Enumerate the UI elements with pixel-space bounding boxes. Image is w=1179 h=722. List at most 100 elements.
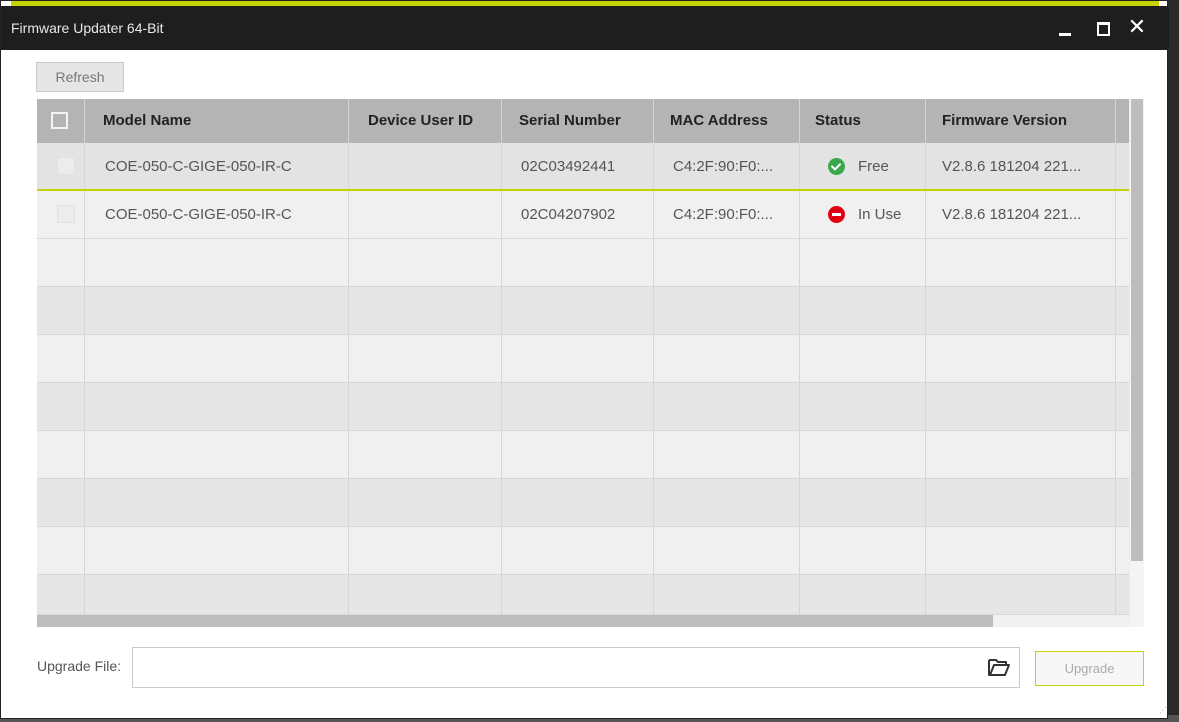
empty-cell [349,287,502,334]
row-check-cell [37,191,85,238]
cell-status: In Use [800,191,926,238]
empty-cell [654,431,800,478]
upgrade-file-label: Upgrade File: [37,658,122,674]
empty-cell [37,383,85,430]
empty-cell [654,335,800,382]
table-header: Model Name Device User ID Serial Number … [37,99,1129,143]
empty-cell [85,479,349,526]
empty-cell [349,431,502,478]
empty-cell [926,575,1116,614]
empty-cell [800,431,926,478]
empty-cell [349,527,502,574]
table-row[interactable]: COE-050-C-GIGE-050-IR-C 02C03492441 C4:2… [37,143,1129,191]
cell-mac: C4:2F:90:F0:... [654,143,800,189]
cell-mac: C4:2F:90:F0:... [654,191,800,238]
empty-row [37,287,1129,335]
empty-cell [85,383,349,430]
col-status-label: Status [815,112,861,129]
empty-row [37,383,1129,431]
row-checkbox[interactable] [57,157,75,175]
status-text: Free [858,158,889,175]
resize-grip-icon[interactable]: ⋰ [1159,706,1167,715]
empty-cell [654,575,800,614]
empty-cell [502,287,654,334]
col-status[interactable]: Status [800,99,926,143]
upgrade-file-input[interactable] [132,647,1020,688]
empty-row [37,479,1129,527]
empty-cell [926,479,1116,526]
empty-cell [502,527,654,574]
cell-serial: 02C04207902 [502,191,654,238]
title-bar[interactable]: Firmware Updater 64-Bit ✕ [1,6,1169,50]
cell-model: COE-050-C-GIGE-050-IR-C [85,143,349,189]
maximize-button[interactable] [1091,16,1115,40]
col-firmware-version[interactable]: Firmware Version [926,99,1116,143]
empty-cell [654,527,800,574]
firmware-updater-window: Firmware Updater 64-Bit ✕ Refresh Model … [0,0,1169,719]
empty-cell [800,383,926,430]
upgrade-button[interactable]: Upgrade [1035,651,1144,686]
col-model-name-label: Model Name [103,112,192,129]
cell-user-id [349,143,502,189]
select-all-checkbox[interactable] [51,112,68,129]
vertical-scrollbar-thumb[interactable] [1131,99,1143,561]
empty-cell [37,335,85,382]
empty-cell [85,575,349,614]
empty-row [37,575,1129,615]
empty-cell [349,479,502,526]
empty-cell [502,383,654,430]
table-row[interactable]: COE-050-C-GIGE-050-IR-C 02C04207902 C4:2… [37,191,1129,239]
empty-cell [37,431,85,478]
refresh-button[interactable]: Refresh [36,62,124,92]
empty-row [37,527,1129,575]
empty-row [37,431,1129,479]
cell-model: COE-050-C-GIGE-050-IR-C [85,191,349,238]
empty-cell [85,431,349,478]
col-serial-number[interactable]: Serial Number [502,99,654,143]
col-device-user-id-label: Device User ID [368,112,474,129]
col-firmware-version-label: Firmware Version [942,112,1068,129]
empty-cell [926,239,1116,286]
folder-open-icon[interactable] [986,655,1012,679]
empty-cell [37,575,85,614]
cell-firmware: V2.8.6 181204 221... [926,143,1116,189]
col-model-name[interactable]: Model Name [85,99,349,143]
close-button[interactable]: ✕ [1125,16,1149,40]
cell-serial: 02C03492441 [502,143,654,189]
empty-cell [654,239,800,286]
empty-cell [926,383,1116,430]
empty-cell [800,479,926,526]
empty-cell [926,287,1116,334]
empty-cell [800,575,926,614]
empty-cell [502,575,654,614]
empty-cell [37,287,85,334]
empty-cell [37,527,85,574]
empty-cell [37,479,85,526]
empty-cell [85,239,349,286]
empty-cell [502,239,654,286]
col-mac-address-label: MAC Address [670,112,768,129]
col-device-user-id[interactable]: Device User ID [349,99,502,143]
cell-user-id [349,191,502,238]
row-checkbox[interactable] [57,205,75,223]
empty-cell [349,239,502,286]
horizontal-scrollbar-thumb[interactable] [37,615,993,627]
minus-circle-icon [828,206,845,223]
empty-cell [926,335,1116,382]
minimize-button[interactable] [1053,16,1077,40]
empty-cell [85,335,349,382]
device-table: Model Name Device User ID Serial Number … [37,99,1144,627]
empty-cell [349,575,502,614]
empty-cell [502,335,654,382]
empty-row [37,335,1129,383]
empty-cell [502,431,654,478]
empty-cell [800,239,926,286]
empty-cell [654,287,800,334]
status-text: In Use [858,206,902,223]
empty-cell [926,431,1116,478]
empty-cell [349,335,502,382]
empty-cell [37,239,85,286]
empty-cell [800,527,926,574]
col-mac-address[interactable]: MAC Address [654,99,800,143]
empty-cell [349,383,502,430]
